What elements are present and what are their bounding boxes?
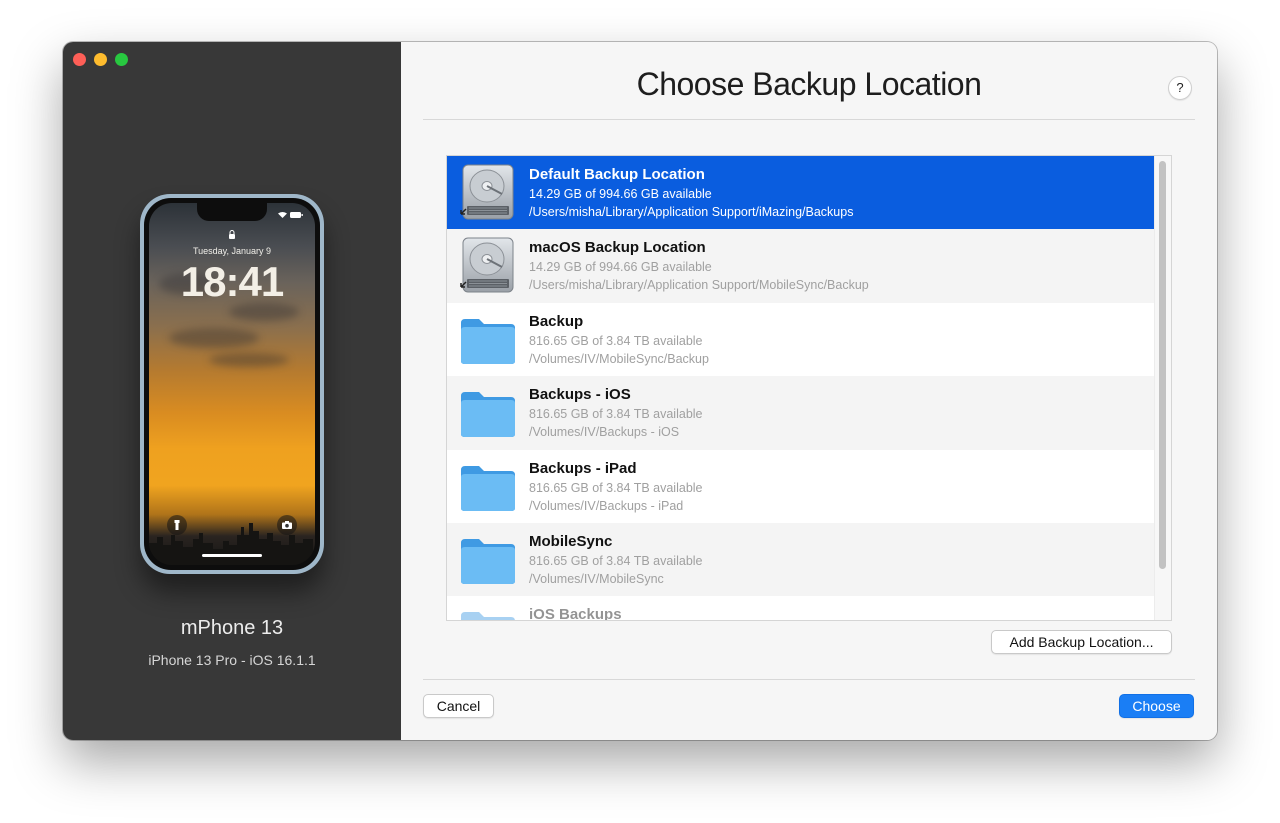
divider	[423, 119, 1195, 120]
location-name: Backups - iPad	[529, 459, 637, 477]
backup-location-row[interactable]: Backup 816.65 GB of 3.84 TB available/Vol…	[447, 303, 1154, 376]
location-path: /Volumes/IV/Backups - iOS	[529, 425, 680, 440]
backup-location-list[interactable]: Default Backup Location 14.29 GB of 994.6…	[446, 155, 1172, 621]
wifi-icon	[278, 212, 287, 218]
backup-location-row[interactable]: Backups - iPad 816.65 GB of 3.84 TB avail…	[447, 450, 1154, 523]
backup-location-row[interactable]: iOS Backups	[447, 596, 1154, 621]
lock-screen-date: Tuesday, January 9	[192, 246, 272, 256]
location-available-space: 14.29 GB of 994.66 GB available	[529, 260, 712, 275]
divider	[423, 679, 1195, 680]
backup-location-row[interactable]: Backups - iOS 816.65 GB of 3.84 TB availa…	[447, 376, 1154, 450]
location-name: Backup	[529, 312, 584, 330]
phone-notch	[197, 203, 267, 221]
add-backup-location-button[interactable]: Add Backup Location...	[991, 630, 1172, 654]
location-name: MobileSync	[529, 532, 613, 550]
maximize-window-button[interactable]	[115, 53, 128, 66]
folder-icon	[459, 531, 517, 587]
folder-icon	[459, 311, 517, 367]
device-image: Tuesday, January 9 18:41	[140, 194, 324, 574]
location-path: /Users/misha/Library/Application Support…	[529, 278, 869, 293]
folder-icon	[459, 458, 517, 514]
location-name: macOS Backup Location	[529, 239, 706, 257]
lock-icon	[229, 230, 235, 239]
lock-screen-time: 18:41	[180, 258, 284, 305]
location-available-space: 816.65 GB of 3.84 TB available	[529, 480, 703, 495]
folder-icon	[459, 384, 517, 440]
location-available-space: 816.65 GB of 3.84 TB available	[529, 333, 703, 348]
location-available-space: 816.65 GB of 3.84 TB available	[529, 407, 703, 422]
folder-icon	[459, 604, 517, 620]
backup-location-row[interactable]: MobileSync 816.65 GB of 3.84 TB available…	[447, 522, 1154, 597]
backup-location-rows: Default Backup Location 14.29 GB of 994.6…	[447, 156, 1154, 621]
lock-screen: Tuesday, January 9 18:41	[149, 203, 315, 565]
location-path: /Volumes/IV/MobileSync/Backup	[529, 351, 709, 366]
cancel-button[interactable]: Cancel	[423, 694, 494, 718]
scrollbar-thumb[interactable]	[1159, 161, 1166, 569]
dialog-panel: Choose Backup Location ? Default Backup …	[401, 42, 1217, 740]
device-panel: Tuesday, January 9 18:41 mPhone 13 iPhon…	[63, 42, 401, 740]
list-scrollbar[interactable]	[1154, 156, 1171, 620]
close-window-button[interactable]	[73, 53, 86, 66]
dialog-title: Choose Backup Location	[636, 66, 982, 102]
backup-location-window: Tuesday, January 9 18:41 mPhone 13 iPhon…	[63, 42, 1217, 740]
location-name: Default Backup Location	[529, 166, 705, 183]
location-path: /Volumes/IV/Backups - iPad	[529, 498, 684, 513]
flashlight-button[interactable]	[167, 515, 187, 535]
device-name: mPhone 13	[180, 617, 284, 639]
minimize-window-button[interactable]	[94, 53, 107, 66]
location-name: Backups - iOS	[529, 386, 631, 404]
location-path: /Volumes/IV/MobileSync	[529, 571, 664, 586]
window-controls	[73, 53, 128, 66]
device-model: iPhone 13 Pro - iOS 16.1.1	[148, 652, 316, 668]
hard-drive-icon	[459, 164, 517, 220]
location-available-space: 816.65 GB of 3.84 TB available	[529, 553, 703, 568]
status-icons	[278, 212, 303, 218]
location-available-space: 14.29 GB of 994.66 GB available	[529, 187, 712, 201]
backup-location-row[interactable]: Default Backup Location 14.29 GB of 994.6…	[447, 156, 1154, 230]
home-indicator	[202, 554, 262, 557]
battery-icon	[290, 212, 303, 218]
hard-drive-icon	[459, 237, 517, 293]
help-button[interactable]: ?	[1168, 76, 1192, 100]
camera-button[interactable]	[277, 515, 297, 535]
location-path: /Users/misha/Library/Application Support…	[529, 205, 854, 219]
backup-location-row[interactable]: macOS Backup Location 14.29 GB of 994.66 …	[447, 229, 1154, 303]
location-name: iOS Backups	[529, 606, 622, 621]
choose-button[interactable]: Choose	[1119, 694, 1194, 718]
flashlight-icon	[174, 520, 180, 530]
camera-icon	[282, 521, 292, 529]
